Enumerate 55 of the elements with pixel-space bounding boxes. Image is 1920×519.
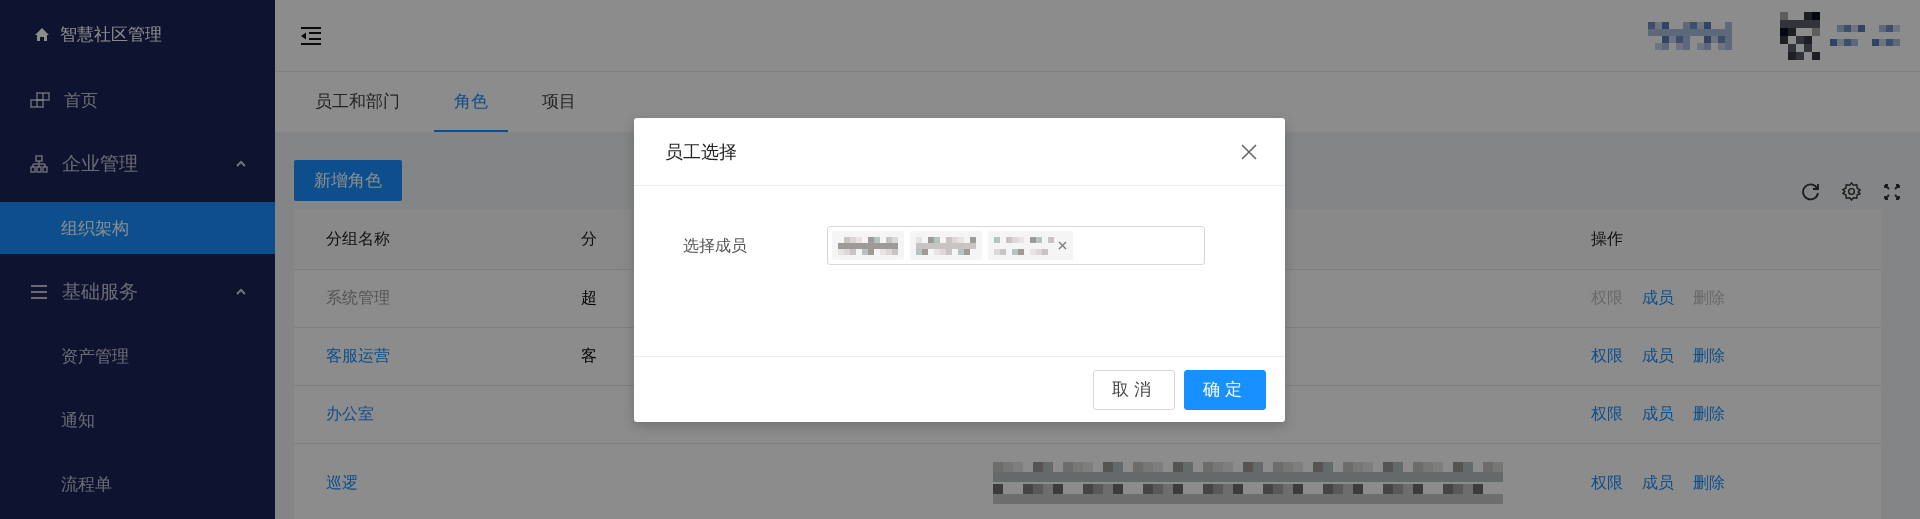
column-header: 分组名称	[325, 228, 391, 250]
member-tag[interactable]	[832, 231, 904, 260]
action-link[interactable]: 成员	[1642, 288, 1674, 309]
member-tag[interactable]	[988, 231, 1073, 260]
sidebar-item[interactable]: 组织架构	[0, 202, 275, 254]
role-name[interactable]: 客服运营	[294, 346, 581, 367]
role-name[interactable]: 办公室	[294, 404, 581, 425]
home-icon	[34, 26, 50, 42]
sidebar-group[interactable]: 企业管理	[0, 132, 275, 196]
column-header: 操作	[1590, 228, 1624, 250]
sidebar-item[interactable]: 资产管理	[0, 324, 275, 388]
close-icon[interactable]	[1241, 143, 1257, 160]
action-link[interactable]: 删除	[1693, 472, 1725, 494]
action-link[interactable]: 权限	[1591, 346, 1623, 367]
confirm-button[interactable]: 确定	[1183, 369, 1266, 410]
redacted-text	[916, 236, 976, 255]
menu-icon	[30, 284, 48, 300]
table-cell: 客	[581, 346, 597, 365]
redacted-text	[838, 236, 898, 255]
add-role-button[interactable]: 新增角色	[294, 160, 402, 201]
action-link[interactable]: 删除	[1693, 346, 1725, 367]
caret-icon[interactable]	[235, 160, 247, 168]
sidebar-item[interactable]: 通知	[0, 388, 275, 452]
table-cell: 超	[581, 288, 597, 307]
action-link[interactable]: 删除	[1693, 404, 1725, 425]
menu-fold-icon[interactable]	[300, 26, 322, 45]
member-select-field[interactable]	[827, 226, 1205, 265]
action-link[interactable]: 成员	[1642, 472, 1674, 494]
settings-icon[interactable]	[1842, 182, 1861, 201]
member-tag[interactable]	[910, 231, 982, 260]
close-icon[interactable]	[1058, 241, 1067, 250]
tab[interactable]: 角色	[434, 72, 508, 132]
dialog-title: 员工选择	[665, 139, 738, 164]
tab[interactable]: 项目	[522, 72, 596, 132]
action-link[interactable]: 成员	[1642, 346, 1674, 367]
cancel-button[interactable]: 取消	[1092, 369, 1175, 410]
tab[interactable]: 员工和部门	[295, 72, 420, 132]
grid-icon	[30, 92, 50, 108]
field-label: 选择成员	[683, 236, 748, 257]
action-link[interactable]: 权限	[1591, 404, 1623, 425]
action-link[interactable]: 权限	[1591, 472, 1623, 494]
org-chart-icon	[30, 155, 48, 173]
caret-icon[interactable]	[235, 288, 247, 296]
role-name[interactable]: 巡逻	[294, 472, 581, 494]
sidebar-group[interactable]: 基础服务	[0, 260, 275, 324]
refresh-icon[interactable]	[1801, 182, 1820, 201]
column-header: 分	[581, 228, 597, 248]
action-link[interactable]: 成员	[1642, 404, 1674, 425]
sidebar-item[interactable]: 首页	[0, 68, 275, 132]
redacted-text	[1830, 25, 1900, 46]
redacted-text	[994, 236, 1054, 255]
brand-title: 智慧社区管理	[60, 22, 162, 46]
sidebar-item[interactable]: 流程单	[0, 452, 275, 516]
avatar-icon	[1780, 11, 1820, 60]
fullscreen-icon[interactable]	[1883, 182, 1901, 201]
